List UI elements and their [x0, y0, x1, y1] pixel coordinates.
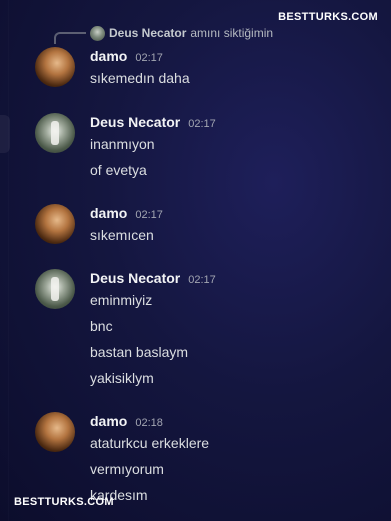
reply-avatar — [90, 25, 105, 41]
damo-avatar[interactable] — [35, 204, 75, 244]
channel-divider — [8, 0, 9, 521]
watermark-top: BESTTURKS.COM — [278, 11, 378, 23]
reply-reference[interactable]: Deus Necator amını siktiğimin — [90, 25, 273, 41]
message-line: bastan baslaym — [90, 344, 189, 360]
message-timestamp: 02:17 — [188, 274, 216, 286]
message-line: bnc — [90, 318, 113, 334]
deus-necator-avatar[interactable] — [35, 269, 75, 309]
message-author[interactable]: damo — [90, 205, 127, 221]
message-header: Deus Necator 02:17 — [90, 114, 216, 130]
reply-text: amını siktiğimin — [190, 26, 274, 40]
damo-avatar[interactable] — [35, 412, 75, 452]
message-line: ataturkcu erkeklere — [90, 435, 210, 451]
watermark-bottom: BESTTURKS.COM — [14, 496, 114, 508]
message-author[interactable]: damo — [90, 48, 127, 64]
message-line: sıkemedın daha — [90, 70, 190, 86]
message-header: damo 02:17 — [90, 205, 163, 221]
deus-necator-avatar[interactable] — [35, 113, 75, 153]
message-author[interactable]: Deus Necator — [90, 270, 180, 286]
sidebar-edge — [0, 115, 10, 153]
message-timestamp: 02:17 — [135, 209, 163, 221]
message-timestamp: 02:18 — [135, 417, 163, 429]
reply-spine — [54, 32, 86, 44]
message-line: sıkemıcen — [90, 227, 154, 243]
message-header: damo 02:18 — [90, 413, 163, 429]
message-line: yakisiklym — [90, 370, 154, 386]
message-author[interactable]: damo — [90, 413, 127, 429]
reply-author[interactable]: Deus Necator — [109, 26, 186, 40]
message-author[interactable]: Deus Necator — [90, 114, 180, 130]
message-header: Deus Necator 02:17 — [90, 270, 216, 286]
message-timestamp: 02:17 — [135, 52, 163, 64]
message-line: eminmiyiz — [90, 292, 153, 308]
message-line: inanmıyon — [90, 136, 155, 152]
message-line: of evetya — [90, 162, 147, 178]
damo-avatar[interactable] — [35, 47, 75, 87]
message-line: vermıyorum — [90, 461, 164, 477]
message-header: damo 02:17 — [90, 48, 163, 64]
message-timestamp: 02:17 — [188, 118, 216, 130]
